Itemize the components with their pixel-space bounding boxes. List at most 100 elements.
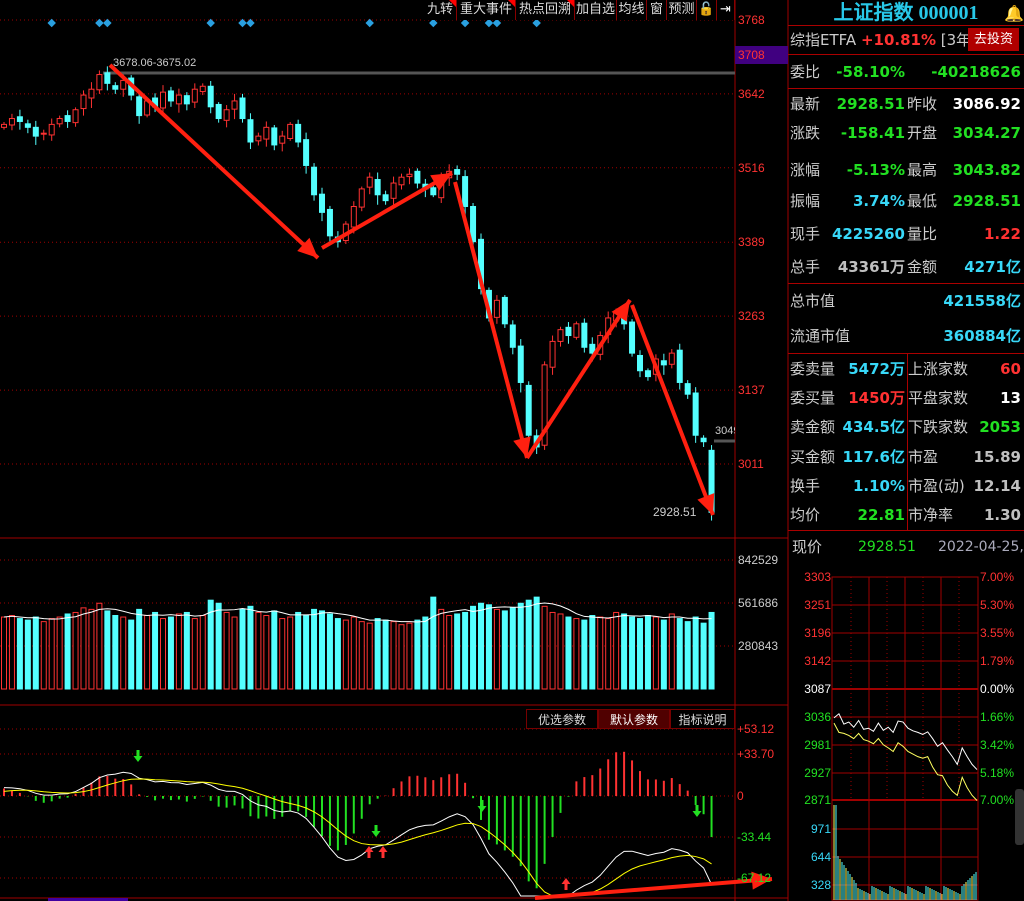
candle-down xyxy=(374,179,381,196)
scrollbar-handle[interactable] xyxy=(1015,789,1024,845)
candle-down xyxy=(501,296,508,325)
quote-label: 最新 xyxy=(790,95,821,113)
add-watchlist-button[interactable]: 加自选 xyxy=(575,0,617,20)
candle-down xyxy=(517,345,524,383)
intraday-volume-label: 971 xyxy=(810,822,831,836)
book-label: 委卖量 xyxy=(790,360,836,378)
candle-up xyxy=(287,123,294,139)
quote-label: 总手 xyxy=(790,258,821,276)
quote-label: 开盘 xyxy=(907,124,938,142)
toolbar-jiuzhuan-button[interactable]: 九转 xyxy=(424,0,457,20)
event-marker-icon xyxy=(492,18,502,28)
buy-signal-icon xyxy=(561,878,571,890)
candle-down xyxy=(462,176,469,208)
quote-value: 3086.92 xyxy=(952,95,1021,113)
volume-bar xyxy=(406,622,413,690)
volume-bar xyxy=(493,608,500,690)
volume-bar xyxy=(700,622,707,690)
book-value: 5472万 xyxy=(848,360,905,378)
intraday-pct-label: 7.00% xyxy=(980,793,1015,807)
candle-down xyxy=(239,97,246,120)
candle-down xyxy=(64,115,71,122)
candle-down xyxy=(509,324,516,348)
volume-bar xyxy=(311,608,318,690)
intraday-pct-label: 1.66% xyxy=(980,710,1015,724)
volume-bar xyxy=(48,618,55,690)
price-axis-label: 3516 xyxy=(738,161,765,175)
candle-down xyxy=(104,72,111,84)
macd-axis-label: +33.70 xyxy=(737,747,775,761)
macd-dif-line xyxy=(3,771,713,897)
candle-down xyxy=(684,383,691,395)
price-axis-label: 3263 xyxy=(738,309,765,323)
quote-value: 2928.51 xyxy=(836,95,905,113)
price-axis-label: 3389 xyxy=(738,235,765,249)
volume-bar xyxy=(517,602,524,690)
book-value: 1.30 xyxy=(983,506,1021,524)
volume-bar xyxy=(239,608,246,690)
tab-indicator-help[interactable]: 指标说明 xyxy=(670,709,735,729)
volume-bar xyxy=(668,613,675,690)
bell-icon[interactable]: 🔔 xyxy=(1004,4,1024,23)
volume-bar xyxy=(295,611,302,690)
invest-button[interactable]: 去投资 xyxy=(968,28,1019,51)
candle-down xyxy=(382,194,389,202)
volume-bar xyxy=(446,615,453,690)
book-label: 平盘家数 xyxy=(908,389,969,407)
volume-axis-label: 280843 xyxy=(738,639,779,653)
toolbar-major-events-button[interactable]: 重大事件 xyxy=(457,0,516,20)
toolbar-hotspot-button[interactable]: 热点回溯 xyxy=(516,0,575,20)
volume-bar xyxy=(80,607,87,690)
trend-arrow-line xyxy=(108,63,320,260)
sell-signal-icon xyxy=(133,750,143,762)
volume-bar xyxy=(8,615,15,690)
volume-bar xyxy=(231,616,238,690)
sell-signal-icon xyxy=(371,825,381,837)
last-low-label: 2928.51 xyxy=(653,505,697,519)
exit-icon[interactable]: ⇥ xyxy=(717,0,735,20)
book-value: 12.14 xyxy=(973,477,1021,495)
macd-axis-label: -33.44 xyxy=(737,830,772,844)
intraday-pct-label: 1.79% xyxy=(980,654,1015,668)
quote-value: 2928.51 xyxy=(952,192,1021,210)
candle-up xyxy=(40,132,47,135)
volume-bar xyxy=(676,618,683,690)
volume-bar xyxy=(120,616,127,690)
volume-bar xyxy=(462,611,469,690)
candle-up xyxy=(48,123,55,136)
intraday-price-label: 3303 xyxy=(804,570,831,584)
tab-default-params[interactable]: 默认参数 xyxy=(598,709,670,729)
intraday-price-label: 3142 xyxy=(804,654,831,668)
moving-average-button[interactable]: 均线 xyxy=(617,0,647,20)
forecast-button[interactable]: 预测 xyxy=(667,0,697,20)
candle-up xyxy=(668,352,675,365)
volume-bar xyxy=(613,611,620,690)
candle-up xyxy=(350,206,357,228)
book-label: 买金额 xyxy=(790,448,836,466)
volume-bar xyxy=(644,615,651,690)
quote-label: 量比 xyxy=(907,225,938,243)
volume-bar xyxy=(303,615,310,690)
candle-down xyxy=(319,193,325,213)
volume-bar xyxy=(637,618,643,690)
quote-value: -158.41 xyxy=(840,124,905,142)
candle-up xyxy=(358,188,365,208)
candle-up xyxy=(1,123,7,128)
book-value: 117.6亿 xyxy=(842,448,905,466)
candle-up xyxy=(263,126,270,140)
macd-axis-label: -67.12 xyxy=(737,871,772,885)
volume-bar xyxy=(104,610,111,690)
lock-open-icon[interactable]: 🔓 xyxy=(697,0,717,20)
book-label: 下跌家数 xyxy=(908,418,969,436)
volume-bar xyxy=(525,599,532,690)
volume-bar xyxy=(565,616,572,690)
volume-bar xyxy=(581,619,588,690)
volume-bar xyxy=(692,616,699,690)
volume-bar xyxy=(144,615,151,690)
event-marker-icon xyxy=(246,18,255,28)
book-label: 委买量 xyxy=(790,389,836,407)
candle-down xyxy=(167,90,174,102)
window-button[interactable]: 窗 xyxy=(647,0,667,20)
volume-bar xyxy=(478,602,484,690)
tab-preferred-params[interactable]: 优选参数 xyxy=(526,709,598,729)
